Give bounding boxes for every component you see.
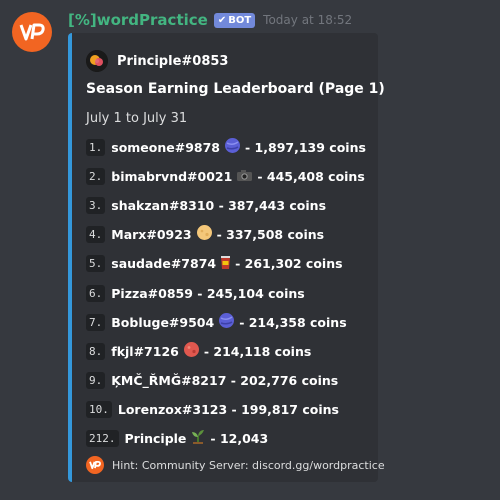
leaderboard-list: 1. someone#9878 - 1,897,139 coins 2. bimabrv… <box>86 133 376 453</box>
player-name: ĶMČ_ŘMĞ#8217 <box>111 372 227 388</box>
planet-icon <box>224 137 241 158</box>
leaderboard-row: 2. bimabrvnd#0021 - 445,408 coins <box>86 162 376 191</box>
checkmark-icon: ✔ <box>217 14 227 26</box>
leaderboard-row: 1. someone#9878 - 1,897,139 coins <box>86 133 376 162</box>
player-name: saudade#7874 <box>111 256 217 272</box>
leaderboard-row: 3. shakzan#8310 - 387,443 coins <box>86 191 376 220</box>
player-name: bimabrvnd#0021 <box>111 169 233 185</box>
coin-count: - 214,118 coins <box>203 343 312 359</box>
username[interactable]: [%]wordPractice <box>68 11 208 29</box>
footer-logo-icon <box>86 456 104 474</box>
embed-footer-text: Hint: Community Server: discord.gg/wordp… <box>112 458 385 472</box>
embed-author: Principle#0853 <box>86 50 228 72</box>
rank-badge: 2. <box>86 168 106 186</box>
camera-icon <box>236 167 253 186</box>
rank-badge: 3. <box>86 197 106 215</box>
leaderboard-row: 10. Lorenzox#3123 - 199,817 coins <box>86 395 376 424</box>
leaderboard-row: 9. ĶMČ_ŘMĞ#8217 - 202,776 coins <box>86 366 376 395</box>
chat-message: [%]wordPractice ✔ BOT Today at 18:52 Pri… <box>0 0 500 500</box>
message-header: [%]wordPractice ✔ BOT Today at 18:52 <box>68 10 352 30</box>
rank-badge: 4. <box>86 226 106 244</box>
player-name: Principle <box>124 430 187 446</box>
coin-count: - 445,408 coins <box>257 169 365 185</box>
rank-badge: 6. <box>86 284 106 302</box>
player-name: shakzan#8310 <box>111 198 215 214</box>
player-name: someone#9878 <box>111 140 221 156</box>
player-name: Lorenzox#3123 <box>117 401 228 417</box>
rank-badge: 5. <box>86 255 106 273</box>
coin-count: - 261,302 coins <box>235 256 343 272</box>
player-name: Marx#0923 <box>111 227 192 243</box>
rank-badge: 7. <box>86 313 106 331</box>
embed-author-name[interactable]: Principle#0853 <box>117 54 228 69</box>
coin-count: - 202,776 coins <box>226 372 339 388</box>
leaderboard-row: 4. Marx#0923 - 337,508 coins <box>86 220 376 249</box>
bot-badge-label: BOT <box>228 14 252 26</box>
coin-count: - 387,443 coins <box>214 198 327 214</box>
player-name: Bobluge#9504 <box>111 314 215 330</box>
leaderboard-row: 6. Pizza#0859 - 245,104 coins <box>86 278 376 307</box>
rank-badge: 8. <box>86 342 106 360</box>
coin-count: - 337,508 coins <box>216 227 325 243</box>
leaderboard-row: 8. fkjl#7126 - 214,118 coins <box>86 337 376 366</box>
player-name: fkjl#7126 <box>111 343 179 359</box>
embed-date-range: July 1 to July 31 <box>86 111 188 126</box>
rank-badge: 10. <box>86 400 112 418</box>
red-moon-icon <box>183 341 200 362</box>
coin-count: - 12,043 <box>210 430 269 446</box>
bot-avatar[interactable] <box>12 12 52 52</box>
leaderboard-embed: Principle#0853 Season Earning Leaderboar… <box>68 33 385 482</box>
coin-count: - 199,817 coins <box>227 401 339 417</box>
planet-icon <box>218 312 235 333</box>
author-avatar-icon <box>86 50 108 72</box>
leaderboard-row: 212. Principle - 12,043 <box>86 424 376 453</box>
rank-badge: 1. <box>86 139 106 157</box>
moon-icon <box>196 224 213 245</box>
player-name: Pizza#0859 <box>111 285 193 301</box>
rank-badge: 9. <box>86 371 106 389</box>
wordpractice-logo-icon <box>19 23 45 41</box>
author-avatar[interactable] <box>86 50 108 72</box>
rank-badge: 212. <box>86 429 119 447</box>
bot-badge: ✔ BOT <box>213 12 256 28</box>
embed-title: Season Earning Leaderboard (Page 1) <box>86 81 385 97</box>
coin-count: - 214,358 coins <box>239 314 347 330</box>
drink-icon <box>220 254 231 274</box>
seedling-icon <box>190 428 206 448</box>
coin-count: - 1,897,139 coins <box>245 140 366 156</box>
message-timestamp: Today at 18:52 <box>263 13 353 27</box>
embed-footer: Hint: Community Server: discord.gg/wordp… <box>86 456 385 474</box>
coin-count: - 245,104 coins <box>192 285 305 301</box>
leaderboard-row: 5. saudade#7874 - 261,302 coins <box>86 249 376 278</box>
leaderboard-row: 7. Bobluge#9504 - 214,358 coins <box>86 308 376 337</box>
